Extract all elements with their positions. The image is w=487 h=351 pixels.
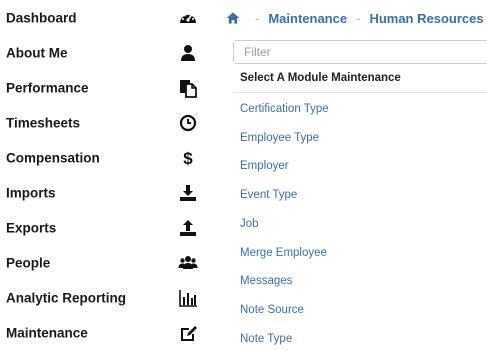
module-link-job[interactable]: Job [240, 218, 259, 230]
sidebar-item-label: About Me [6, 45, 68, 60]
module-link-event-type[interactable]: Event Type [240, 189, 297, 201]
breadcrumb: - Maintenance - Human Resources [226, 9, 484, 27]
sidebar-item-label: Analytic Reporting [6, 290, 127, 305]
filter-input[interactable] [233, 40, 487, 64]
sidebar-item-label: Timesheets [6, 115, 81, 130]
module-link-employee-type[interactable]: Employee Type [240, 132, 319, 144]
sidebar-item-label: Maintenance [6, 325, 88, 340]
sidebar-item-timesheets[interactable]: Timesheets [0, 105, 212, 140]
sidebar-item-people[interactable]: People [0, 245, 212, 280]
edit-icon [177, 322, 199, 344]
sidebar-item-maintenance[interactable]: Maintenance [0, 315, 212, 350]
dashboard-icon [177, 7, 199, 29]
sidebar-item-dashboard[interactable]: Dashboard [0, 0, 212, 35]
breadcrumb-separator: - [255, 10, 260, 26]
sidebar-item-label: People [6, 255, 51, 270]
user-icon [177, 42, 199, 64]
clock-icon [177, 112, 199, 134]
breadcrumb-separator: - [356, 10, 361, 26]
sidebar-item-compensation[interactable]: Compensation $ [0, 140, 212, 175]
breadcrumb-human-resources-link[interactable]: Human Resources [369, 11, 483, 26]
sidebar-item-performance[interactable]: Performance [0, 70, 212, 105]
sidebar-item-label: Dashboard [6, 10, 77, 25]
module-link-employer[interactable]: Employer [240, 160, 289, 172]
module-link-note-source[interactable]: Note Source [240, 304, 304, 316]
sidebar-item-label: Performance [6, 80, 89, 95]
sidebar-nav: Dashboard About Me Performance Timesheet… [0, 0, 212, 351]
module-link-messages[interactable]: Messages [240, 275, 292, 287]
svg-text:$: $ [183, 149, 193, 168]
sidebar-item-analytic-reporting[interactable]: Analytic Reporting [0, 280, 212, 315]
sidebar-item-about-me[interactable]: About Me [0, 35, 212, 70]
upload-icon [177, 217, 199, 239]
sidebar-item-label: Exports [6, 220, 57, 235]
module-link-merge-employee[interactable]: Merge Employee [240, 247, 327, 259]
download-icon [177, 182, 199, 204]
dollar-icon: $ [177, 147, 199, 169]
module-section-title: Select A Module Maintenance [240, 72, 401, 84]
module-link-note-type[interactable]: Note Type [240, 333, 292, 345]
sidebar-item-exports[interactable]: Exports [0, 210, 212, 245]
users-icon [177, 252, 199, 274]
home-icon[interactable] [226, 11, 240, 25]
sidebar-item-label: Imports [6, 185, 56, 200]
sidebar-item-label: Compensation [6, 150, 100, 165]
copy-icon [177, 77, 199, 99]
sidebar-item-imports[interactable]: Imports [0, 175, 212, 210]
section-divider [233, 92, 487, 93]
module-link-certification-type[interactable]: Certification Type [240, 103, 329, 115]
bar-chart-icon [177, 287, 199, 309]
breadcrumb-maintenance-link[interactable]: Maintenance [268, 11, 347, 26]
